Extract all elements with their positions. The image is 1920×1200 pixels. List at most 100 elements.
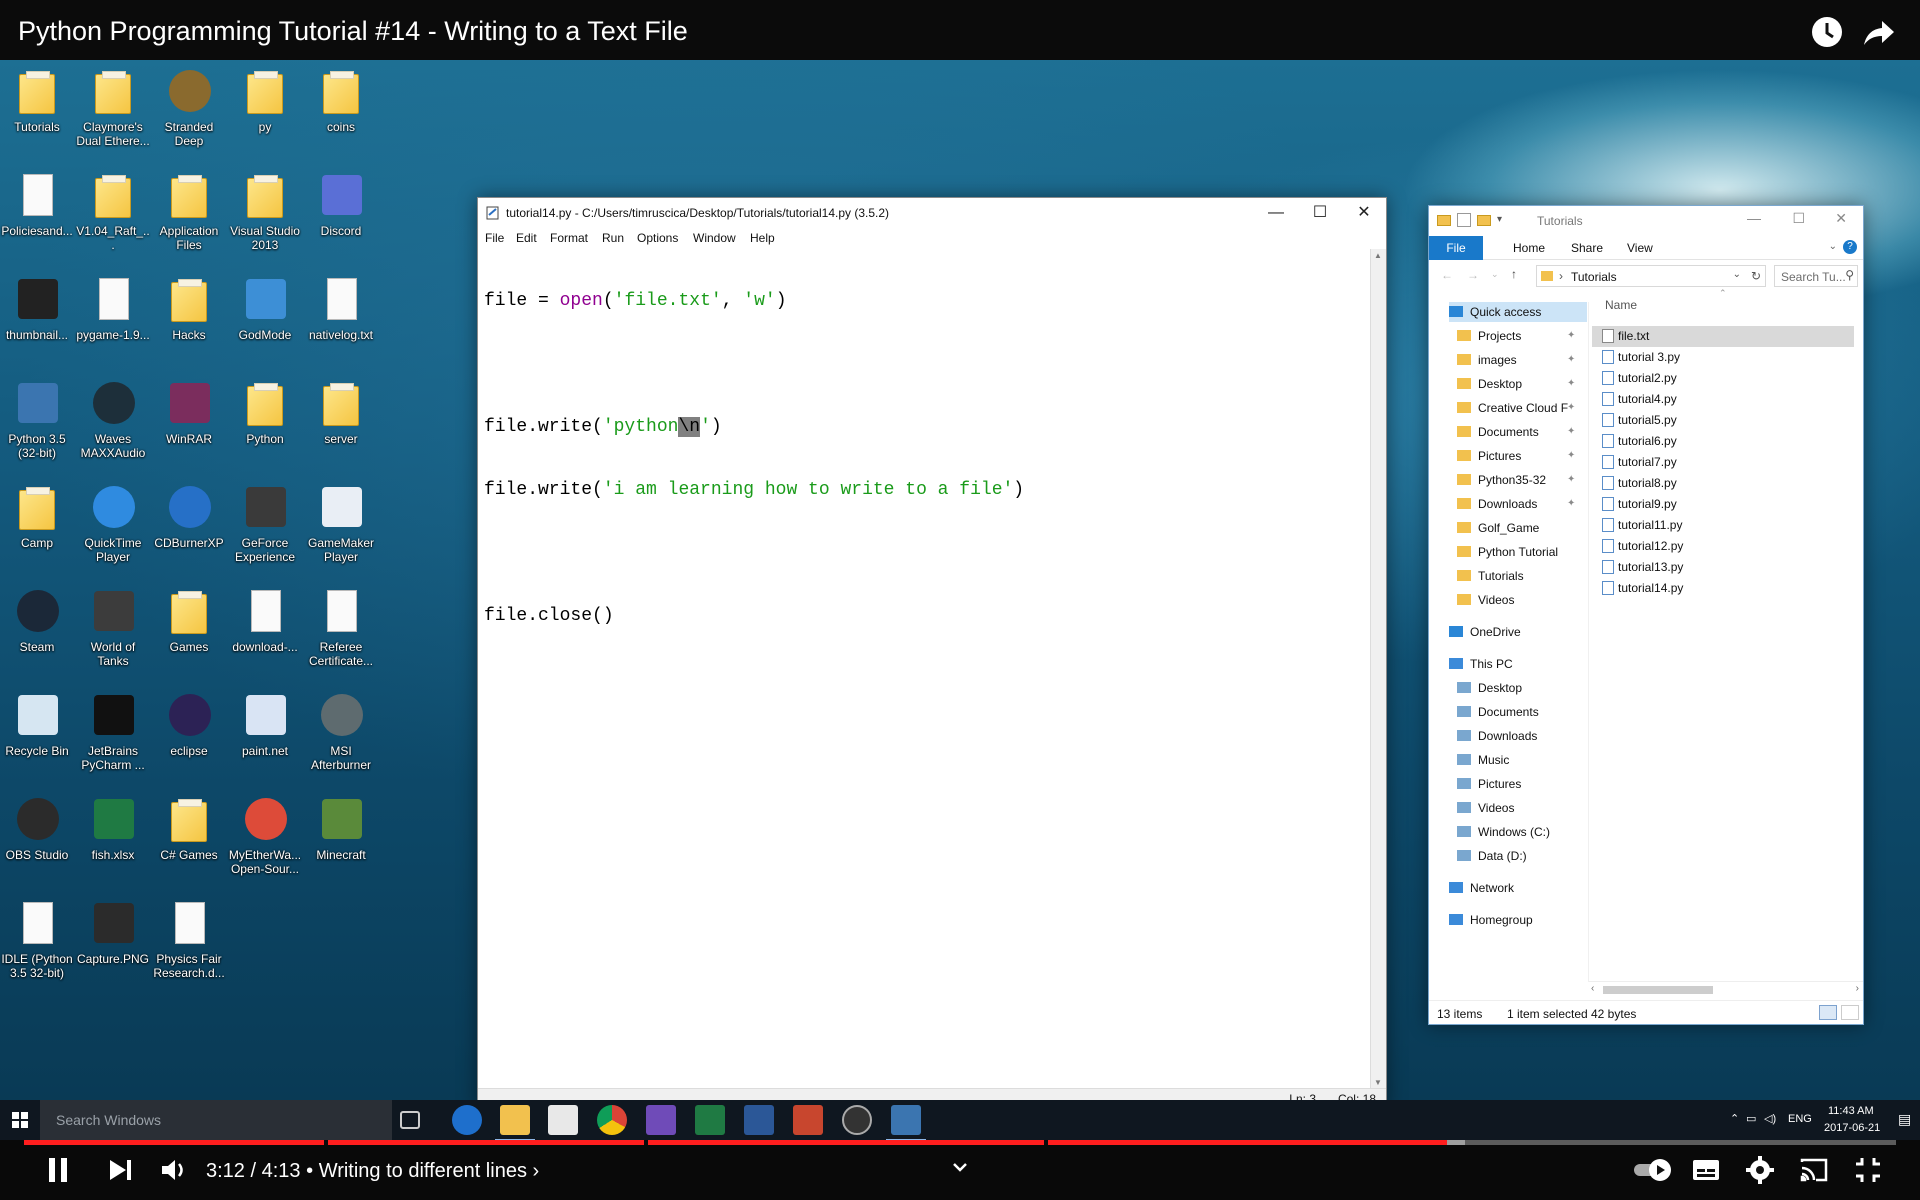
desktop-icon[interactable]: nativelog.txt — [303, 276, 379, 342]
windows-start-icon[interactable] — [12, 1112, 28, 1128]
visual-studio-icon[interactable] — [646, 1105, 676, 1135]
close-button[interactable]: ✕ — [1342, 201, 1386, 225]
chapter-title[interactable]: Writing to different lines — [319, 1160, 527, 1182]
nav-item[interactable]: Projects ✦ — [1457, 326, 1575, 346]
nav-item[interactable]: Videos — [1457, 798, 1514, 818]
store-icon[interactable] — [548, 1105, 578, 1135]
search-input[interactable]: Search Tu... ⚲ — [1774, 265, 1858, 287]
obs-icon[interactable] — [842, 1105, 872, 1135]
desktop-icon[interactable]: Python 3.5 (32-bit) — [0, 380, 75, 460]
excel-icon[interactable] — [695, 1105, 725, 1135]
desktop-icon[interactable]: Games — [151, 588, 227, 654]
menu-run[interactable]: Run — [602, 231, 624, 245]
desktop-icon[interactable]: OBS Studio — [0, 796, 75, 862]
file-explorer-icon[interactable] — [495, 1105, 535, 1141]
desktop-icon[interactable]: Hacks — [151, 276, 227, 342]
maximize-button[interactable]: ☐ — [1298, 201, 1342, 225]
details-view-icon[interactable] — [1819, 1005, 1837, 1020]
desktop-icon[interactable]: MSI Afterburner — [303, 692, 379, 772]
properties-icon[interactable] — [1457, 213, 1471, 227]
autoplay-toggle[interactable] — [1632, 1152, 1676, 1188]
powerpoint-icon[interactable] — [793, 1105, 823, 1135]
help-icon[interactable]: ? — [1843, 240, 1857, 254]
desktop-icon[interactable]: QuickTime Player — [75, 484, 151, 564]
refresh-icon[interactable]: ↻ — [1751, 269, 1761, 283]
recent-locations-icon[interactable]: ⌄ — [1491, 269, 1499, 280]
nav-item[interactable]: Videos — [1457, 590, 1514, 610]
large-icons-view-icon[interactable] — [1841, 1005, 1859, 1020]
scroll-up-icon[interactable]: ▲ — [1374, 251, 1382, 260]
file-list-item[interactable]: tutorial5.py — [1592, 410, 1854, 431]
pause-icon[interactable] — [40, 1152, 76, 1188]
desktop-icon[interactable]: GeForce Experience — [227, 484, 303, 564]
share-icon[interactable] — [1862, 15, 1896, 49]
nav-item[interactable]: Downloads — [1457, 726, 1537, 746]
desktop-icon[interactable]: Visual Studio 2013 — [227, 172, 303, 252]
desktop-icon[interactable]: Camp — [0, 484, 75, 550]
breadcrumb[interactable]: Tutorials — [1571, 270, 1617, 284]
tray-overflow-icon[interactable]: ⌃ — [1730, 1112, 1739, 1125]
nav-item[interactable]: Documents — [1457, 702, 1539, 722]
explorer-title-bar[interactable]: ▾ Tutorials — ☐ ✕ — [1429, 206, 1863, 236]
desktop-icon[interactable]: download-... — [227, 588, 303, 654]
nav-quick-access[interactable]: Quick access — [1449, 302, 1587, 322]
idle-title-bar[interactable]: tutorial14.py - C:/Users/timruscica/Desk… — [478, 198, 1386, 228]
file-list-item[interactable]: tutorial6.py — [1592, 431, 1854, 452]
nav-item[interactable]: Python35-32 ✦ — [1457, 470, 1575, 490]
next-icon[interactable] — [102, 1152, 138, 1188]
maximize-button[interactable]: ☐ — [1792, 210, 1805, 227]
chrome-icon[interactable] — [597, 1105, 627, 1135]
desktop-icon[interactable]: GameMaker Player — [303, 484, 379, 564]
action-center-icon[interactable]: ▤ — [1898, 1111, 1911, 1128]
file-list-item[interactable]: tutorial8.py — [1592, 473, 1854, 494]
chevron-down-icon[interactable] — [942, 1150, 978, 1186]
desktop-icon[interactable]: thumbnail... — [0, 276, 75, 342]
idle-python-icon[interactable] — [886, 1105, 926, 1141]
search-icon[interactable]: ⚲ — [1845, 268, 1854, 282]
nav-item[interactable]: Python Tutorial — [1457, 542, 1558, 562]
word-icon[interactable] — [744, 1105, 774, 1135]
desktop-icon[interactable]: fish.xlsx — [75, 796, 151, 862]
desktop-icon[interactable]: Referee Certificate... — [303, 588, 379, 668]
idle-editor-window[interactable]: tutorial14.py - C:/Users/timruscica/Desk… — [477, 197, 1387, 1109]
cast-icon[interactable] — [1796, 1152, 1832, 1188]
desktop-icon[interactable]: pygame-1.9... — [75, 276, 151, 342]
file-list-item[interactable]: tutorial4.py — [1592, 389, 1854, 410]
quick-access-toolbar-dropdown-icon[interactable]: ▾ — [1497, 214, 1502, 225]
nav-item[interactable]: Golf_Game — [1457, 518, 1539, 538]
desktop-icon[interactable]: World of Tanks — [75, 588, 151, 668]
menu-format[interactable]: Format — [550, 231, 588, 245]
nav-item[interactable]: Windows (C:) — [1457, 822, 1550, 842]
file-list-item[interactable]: tutorial7.py — [1592, 452, 1854, 473]
nav-item[interactable]: Creative Cloud F ✦ — [1457, 398, 1575, 418]
desktop-icon[interactable]: Tutorials — [0, 68, 75, 134]
file-list-item[interactable]: tutorial 3.py — [1592, 347, 1854, 368]
desktop-icon[interactable]: MyEtherWa... Open-Sour... — [227, 796, 303, 876]
desktop-icon[interactable]: Python — [227, 380, 303, 446]
address-bar[interactable]: › Tutorials ⌄ ↻ — [1536, 265, 1766, 287]
desktop-icon[interactable]: JetBrains PyCharm ... — [75, 692, 151, 772]
nav-item[interactable]: Pictures ✦ — [1457, 446, 1575, 466]
desktop-icon[interactable]: Steam — [0, 588, 75, 654]
desktop-icon[interactable]: Discord — [303, 172, 379, 238]
file-list-item[interactable]: tutorial2.py — [1592, 368, 1854, 389]
scroll-down-icon[interactable]: ▼ — [1374, 1078, 1382, 1087]
network-icon[interactable]: ▭ — [1746, 1112, 1756, 1125]
desktop-icon[interactable]: paint.net — [227, 692, 303, 758]
nav-item[interactable]: Desktop — [1457, 678, 1522, 698]
clock-date[interactable]: 2017-06-21 — [1824, 1122, 1880, 1134]
file-list-item[interactable]: tutorial11.py — [1592, 515, 1854, 536]
nav-onedrive[interactable]: OneDrive — [1449, 622, 1521, 642]
settings-gear-icon[interactable] — [1742, 1152, 1778, 1188]
video-progress-bar[interactable] — [24, 1140, 1896, 1145]
address-dropdown-icon[interactable]: ⌄ — [1733, 269, 1741, 280]
subtitles-icon[interactable] — [1688, 1152, 1724, 1188]
nav-homegroup[interactable]: Homegroup — [1449, 910, 1533, 930]
desktop-icon[interactable]: Claymore's Dual Ethere... — [75, 68, 151, 148]
tab-share[interactable]: Share — [1571, 241, 1603, 255]
tab-home[interactable]: Home — [1513, 241, 1545, 255]
file-explorer-window[interactable]: ▾ Tutorials — ☐ ✕ Home Share View ⌄ ? Fi… — [1428, 205, 1864, 1025]
edge-icon[interactable] — [452, 1105, 482, 1135]
tab-file[interactable]: File — [1429, 236, 1483, 260]
minimize-button[interactable]: — — [1747, 210, 1761, 226]
